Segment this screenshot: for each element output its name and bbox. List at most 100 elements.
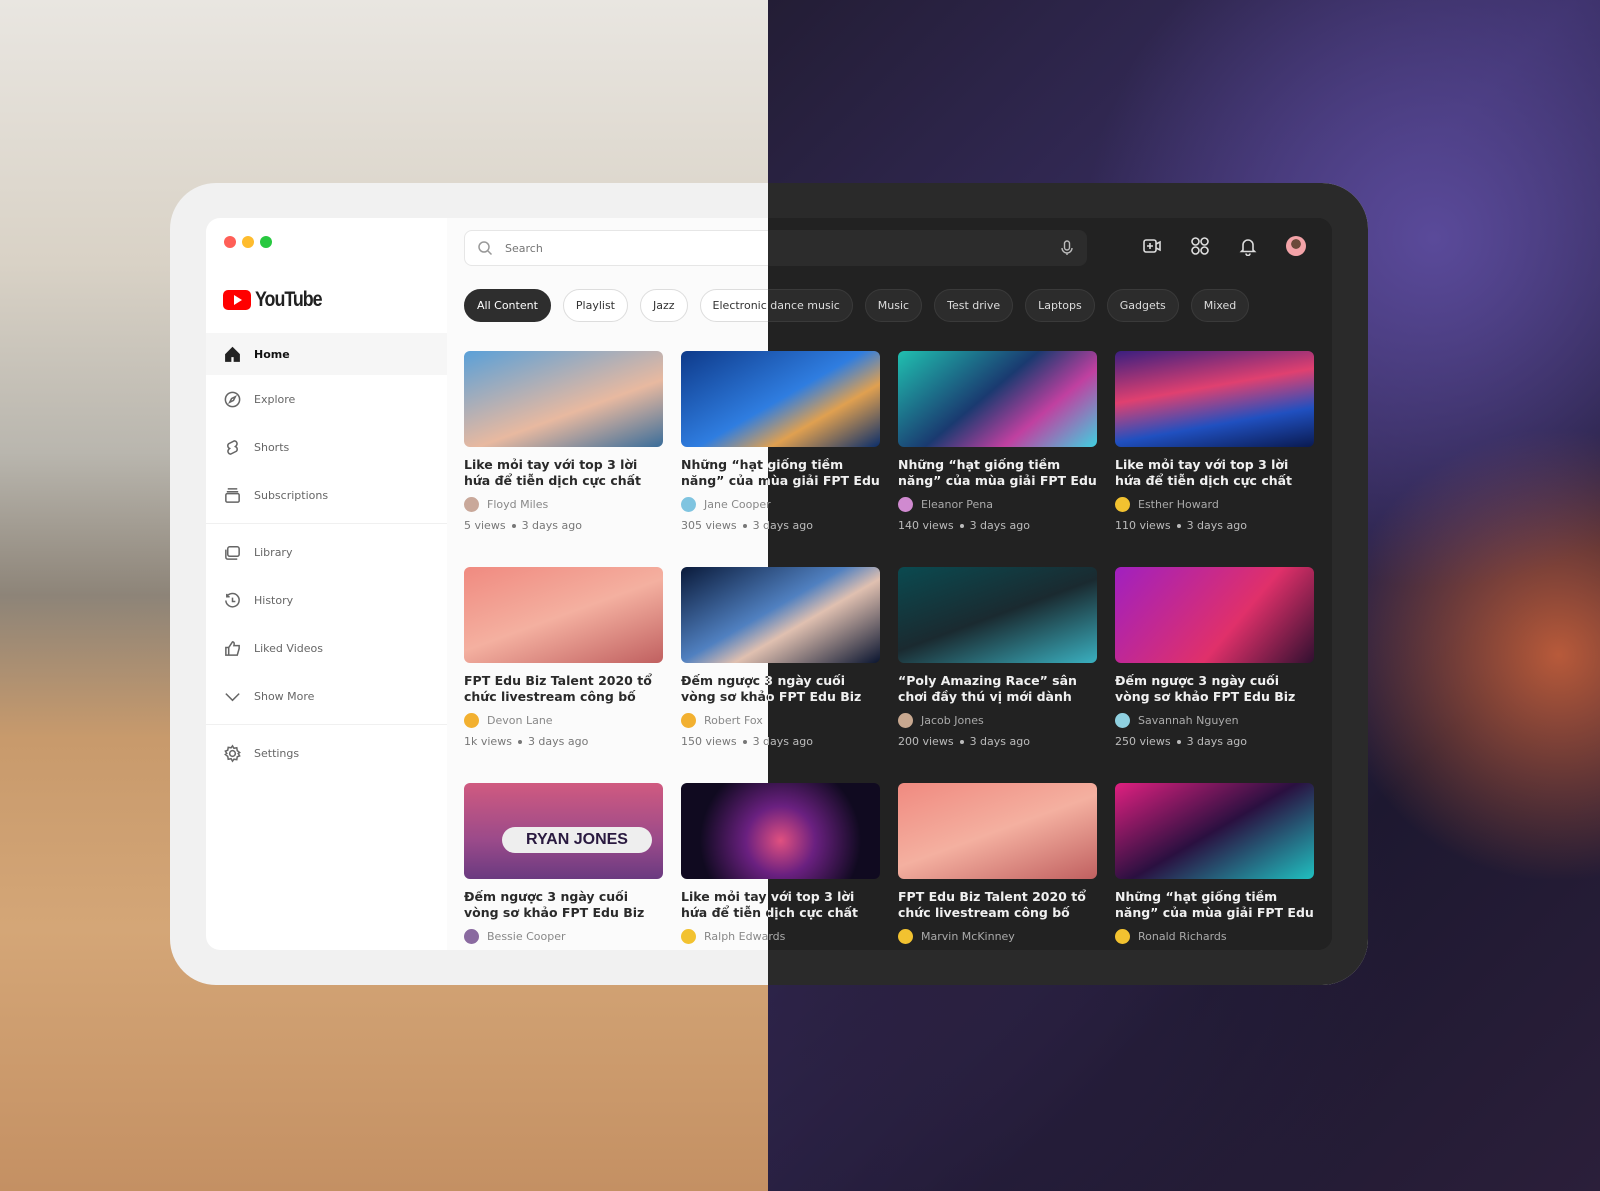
- sidebar-item-label: Home: [254, 347, 290, 361]
- chip-laptops[interactable]: Laptops: [1025, 289, 1095, 322]
- sidebar-item-subscriptions[interactable]: Subscriptions: [206, 471, 447, 519]
- channel-name[interactable]: Eleanor Pena: [921, 498, 993, 511]
- channel-avatar[interactable]: [464, 929, 479, 944]
- upload-age: 3 days ago: [527, 735, 589, 748]
- video-card[interactable]: “Poly Amazing Race” sân chơi đầy thú vị …: [898, 567, 1097, 783]
- video-card[interactable]: Like mỏi tay với top 3 lời hứa để tiễn d…: [464, 351, 663, 567]
- video-card[interactable]: Đếm ngược 3 ngày cuối vòng sơ khảo FPT E…: [1115, 567, 1314, 783]
- video-title[interactable]: Những “hạt giống tiềm năng” của mùa giải…: [898, 457, 1097, 489]
- channel-name[interactable]: Jacob Jones: [921, 714, 984, 727]
- channel-name[interactable]: Floyd Miles: [487, 498, 548, 511]
- video-add-icon[interactable]: [1142, 236, 1162, 256]
- chevron-down-icon: [225, 692, 240, 701]
- video-title[interactable]: FPT Edu Biz Talent 2020 tổ chức livestre…: [464, 673, 663, 705]
- channel-avatar[interactable]: [1115, 929, 1130, 944]
- close-button[interactable]: [224, 236, 236, 248]
- sidebar-item-label: History: [254, 593, 294, 607]
- channel-name[interactable]: Devon Lane: [487, 714, 553, 727]
- gear-icon: [224, 744, 241, 762]
- channel-avatar[interactable]: [681, 497, 696, 512]
- microphone-icon[interactable]: [1060, 240, 1074, 256]
- video-card[interactable]: FPT Edu Biz Talent 2020 tổ chức livestre…: [464, 567, 663, 783]
- minimize-button[interactable]: [242, 236, 254, 248]
- chip-gadgets[interactable]: Gadgets: [1106, 289, 1179, 322]
- upload-age: 3 days ago: [969, 519, 1030, 532]
- channel-name[interactable]: Esther Howard: [1138, 498, 1219, 511]
- channel-avatar[interactable]: [898, 929, 913, 944]
- view-count: 110 views: [1115, 519, 1171, 532]
- view-count: 305 views: [681, 519, 737, 532]
- dot-separator: [1176, 523, 1181, 528]
- channel-name[interactable]: Jane Cooper: [704, 498, 771, 511]
- shorts-icon: [227, 439, 238, 455]
- bell-icon[interactable]: [1238, 236, 1258, 257]
- video-thumbnail[interactable]: [898, 351, 1097, 447]
- channel-avatar[interactable]: [1115, 713, 1130, 728]
- video-card[interactable]: RYAN JONES Đếm ngược 3 ngày cuối vòng sơ…: [464, 783, 663, 950]
- video-title[interactable]: Like mỏi tay với top 3 lời hứa để tiễn d…: [464, 457, 663, 489]
- channel-avatar[interactable]: [898, 713, 913, 728]
- video-title[interactable]: Like mỏi tay với top 3 lời hứa để tiễn d…: [1115, 457, 1314, 489]
- sidebar-item-liked-videos[interactable]: Liked Videos: [206, 624, 447, 672]
- channel-name[interactable]: Marvin McKinney: [921, 930, 1015, 943]
- channel-avatar[interactable]: [1115, 497, 1130, 512]
- sidebar-item-explore[interactable]: Explore: [206, 375, 447, 423]
- video-title[interactable]: FPT Edu Biz Talent 2020 tổ chức livestre…: [898, 889, 1097, 921]
- avatar[interactable]: [1286, 236, 1306, 256]
- chip-music[interactable]: Music: [864, 289, 923, 322]
- channel-avatar[interactable]: [681, 713, 696, 728]
- sidebar-item-label: Liked Videos: [254, 641, 323, 655]
- chip-mixed[interactable]: Mixed: [1190, 289, 1250, 322]
- channel-name[interactable]: Bessie Cooper: [487, 930, 566, 943]
- sidebar-item-history[interactable]: History: [206, 576, 447, 624]
- video-thumbnail[interactable]: [1115, 351, 1314, 447]
- video-thumbnail[interactable]: [898, 567, 1097, 663]
- channel-name[interactable]: Robert Fox: [704, 714, 763, 727]
- sidebar-item-show-more[interactable]: Show More: [206, 672, 447, 720]
- video-title[interactable]: Những “hạt giống tiềm năng” của mùa giải…: [1115, 889, 1314, 921]
- channel-avatar[interactable]: [681, 929, 696, 944]
- sidebar-item-home[interactable]: Home: [206, 333, 447, 375]
- chip-playlist[interactable]: Playlist: [562, 289, 628, 322]
- upload-age: 3 days ago: [1186, 519, 1247, 532]
- apps-icon[interactable]: [1190, 236, 1210, 256]
- video-card[interactable]: FPT Edu Biz Talent 2020 tổ chức livestre…: [898, 783, 1097, 950]
- video-card[interactable]: Những “hạt giống tiềm năng” của mùa giải…: [898, 351, 1097, 567]
- video-thumbnail[interactable]: RYAN JONES: [464, 783, 663, 879]
- search-icon: [478, 241, 493, 256]
- sidebar-item-label: Explore: [254, 392, 296, 406]
- video-card[interactable]: Like mỏi tay với top 3 lời hứa để tiễn d…: [1115, 351, 1314, 567]
- video-thumbnail[interactable]: [464, 351, 663, 447]
- video-thumbnail[interactable]: [1115, 567, 1314, 663]
- view-count: 200 views: [898, 735, 954, 748]
- channel-name[interactable]: Ronald Richards: [1138, 930, 1227, 943]
- sidebar-item-shorts[interactable]: Shorts: [206, 423, 447, 471]
- channel-avatar[interactable]: [464, 713, 479, 728]
- video-title[interactable]: Đếm ngược 3 ngày cuối vòng sơ khảo FPT E…: [464, 889, 663, 921]
- home-icon: [225, 346, 240, 362]
- channel-avatar[interactable]: [464, 497, 479, 512]
- subscriptions-icon: [225, 487, 240, 503]
- sidebar-item-library[interactable]: Library: [206, 528, 447, 576]
- video-thumbnail[interactable]: [898, 783, 1097, 879]
- video-card[interactable]: Những “hạt giống tiềm năng” của mùa giải…: [1115, 783, 1314, 950]
- video-thumbnail[interactable]: [1115, 783, 1314, 879]
- video-title[interactable]: “Poly Amazing Race” sân chơi đầy thú vị …: [898, 673, 1097, 705]
- dot-separator: [959, 739, 964, 744]
- chip-all-content[interactable]: All Content: [464, 289, 551, 322]
- brand-name: YouTube: [255, 288, 323, 311]
- dot-separator: [511, 523, 516, 528]
- youtube-play-icon: [223, 290, 251, 310]
- sidebar-item-settings[interactable]: Settings: [206, 729, 447, 777]
- video-title[interactable]: Đếm ngược 3 ngày cuối vòng sơ khảo FPT E…: [1115, 673, 1314, 705]
- youtube-logo[interactable]: YouTube: [223, 288, 333, 312]
- sidebar-item-label: Shorts: [254, 440, 290, 454]
- video-thumbnail[interactable]: [464, 567, 663, 663]
- chip-test-drive[interactable]: Test drive: [934, 289, 1014, 322]
- channel-avatar[interactable]: [898, 497, 913, 512]
- maximize-button[interactable]: [260, 236, 272, 248]
- dot-separator: [742, 739, 747, 744]
- channel-name[interactable]: Savannah Nguyen: [1138, 714, 1239, 727]
- chip-jazz[interactable]: Jazz: [640, 289, 688, 322]
- sidebar-item-label: Library: [254, 545, 293, 559]
